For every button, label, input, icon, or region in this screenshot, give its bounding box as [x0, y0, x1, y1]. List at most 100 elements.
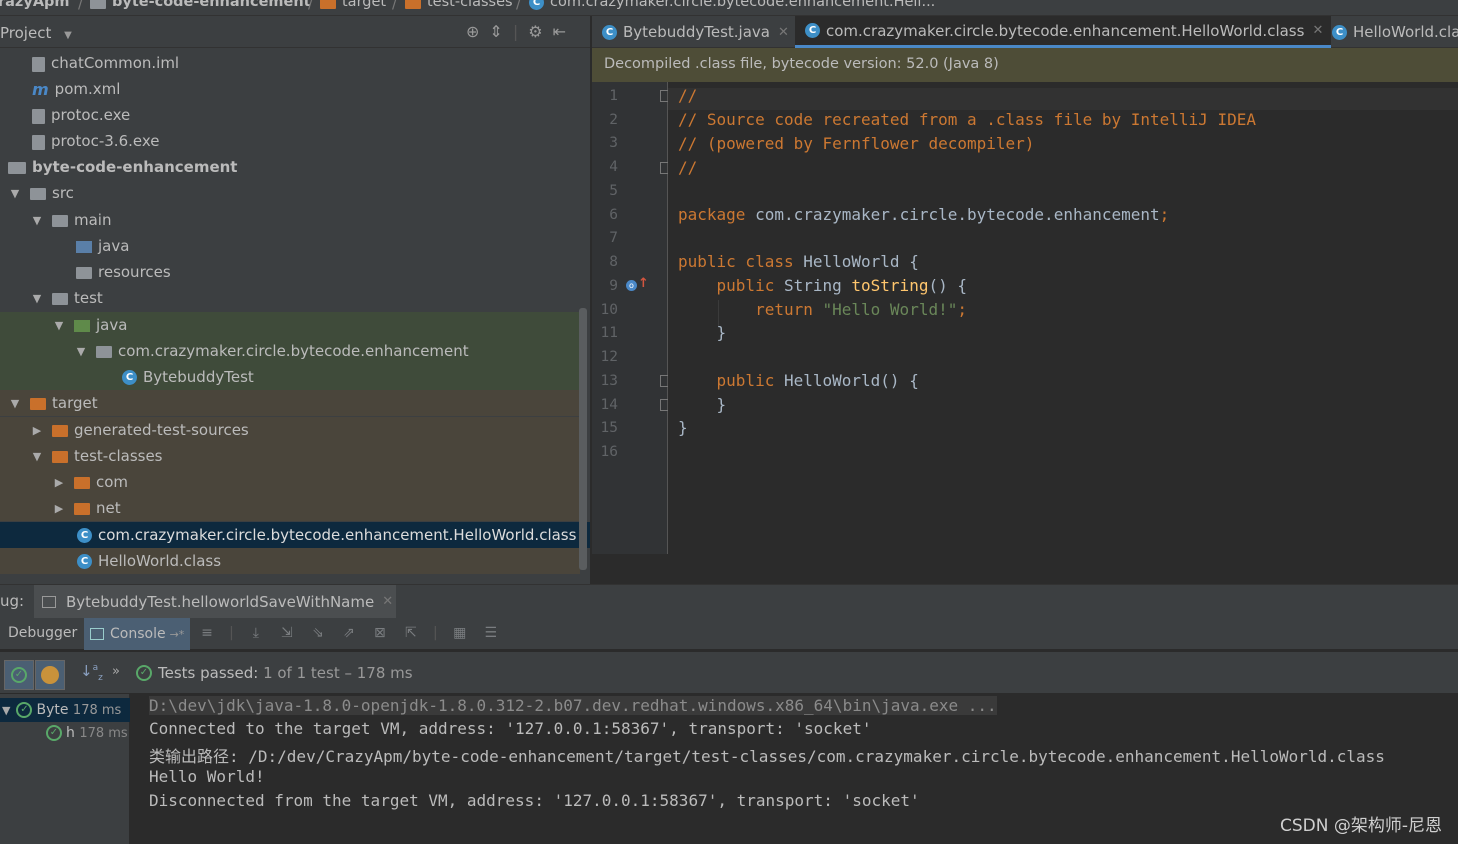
- run-config-tab[interactable]: BytebuddyTest.helloworldSaveWithName ✕: [34, 585, 396, 618]
- expand-arrow-icon[interactable]: ▶: [52, 476, 66, 489]
- folder-icon: [52, 293, 68, 305]
- console-output[interactable]: D:\dev\jdk\java-1.8.0-openjdk-1.8.0.312-…: [131, 694, 1458, 844]
- check-icon: ✓: [11, 667, 27, 683]
- breadcrumb-separator: /: [392, 0, 398, 12]
- tree-item[interactable]: ▶ net: [0, 495, 580, 521]
- breadcrumb-separator: /: [516, 0, 522, 12]
- line-number: 10: [600, 302, 618, 318]
- tree-item-selected[interactable]: Ccom.crazymaker.circle.bytecode.enhancem…: [0, 522, 590, 548]
- show-passed-button[interactable]: ✓: [4, 660, 34, 690]
- tree-item[interactable]: C HelloWorld.class: [0, 548, 580, 574]
- expand-arrow-icon[interactable]: ▼: [8, 187, 22, 200]
- tree-item[interactable]: m pom.xml: [0, 76, 580, 102]
- tree-item[interactable]: C BytebuddyTest: [0, 364, 580, 390]
- tab-debugger[interactable]: Debugger: [8, 625, 77, 641]
- expand-arrow-icon[interactable]: ▼: [30, 292, 44, 305]
- code-line-9: public String toString() {: [678, 276, 967, 295]
- sort-icon[interactable]: ↓az: [80, 662, 103, 683]
- tab-helloworld-class[interactable]: C HelloWorld.cla: [1322, 16, 1458, 48]
- run-to-cursor-icon[interactable]: ⇱: [402, 625, 420, 643]
- expand-arrow-icon[interactable]: ▶: [30, 424, 44, 437]
- code-line-4: //: [678, 158, 698, 177]
- show-execution-point-icon[interactable]: ≡: [198, 625, 216, 643]
- test-tree-root[interactable]: ▼ ✓ Byte 178 ms: [0, 698, 130, 722]
- run-config-icon: [42, 595, 56, 608]
- tests-status: ✓ Tests passed: 1 of 1 test – 178 ms: [136, 664, 413, 682]
- banner-text: Decompiled .class file, bytecode version…: [604, 56, 999, 72]
- breadcrumb-item-project[interactable]: razyApm: [0, 0, 70, 10]
- editor-gutter: 1 2 3 4 5 6 7 8 9 10 11 12 13 14 15 16 o…: [592, 82, 669, 554]
- override-arrow-icon[interactable]: ↑: [638, 276, 649, 291]
- tree-item[interactable]: protoc-3.6.exe: [0, 128, 580, 154]
- class-file-icon: C: [77, 527, 92, 543]
- expand-arrow-icon[interactable]: ▼: [30, 214, 44, 227]
- step-out-icon[interactable]: ⇗: [340, 625, 358, 643]
- close-icon[interactable]: ✕: [778, 25, 789, 40]
- expand-arrow-icon[interactable]: ▼: [8, 397, 22, 410]
- tree-item[interactable]: ▼ main: [0, 207, 580, 233]
- breadcrumb-item-module[interactable]: byte-code-enhancement: [90, 0, 311, 10]
- tree-item[interactable]: chatCommon.iml: [0, 50, 580, 76]
- step-into-icon[interactable]: ⇲: [278, 625, 296, 643]
- breadcrumb-item-target[interactable]: target: [320, 0, 386, 10]
- line-number: 2: [609, 112, 618, 128]
- tree-item[interactable]: ▼ target: [0, 390, 580, 416]
- expand-arrow-icon[interactable]: ▼: [74, 345, 88, 358]
- locate-icon[interactable]: ⊕: [466, 22, 479, 41]
- module-icon: [8, 162, 26, 174]
- override-method-icon[interactable]: o: [626, 280, 637, 291]
- code-line-14: }: [678, 395, 727, 414]
- expand-arrow-icon[interactable]: ▶: [52, 502, 66, 515]
- tree-item[interactable]: resources: [0, 259, 580, 285]
- force-step-into-icon[interactable]: ⇘: [309, 625, 327, 643]
- line-number: 16: [600, 444, 618, 460]
- show-ignored-button[interactable]: [35, 660, 65, 690]
- evaluate-expression-icon[interactable]: ▦: [451, 625, 469, 643]
- test-tree: ▼ ✓ Byte 178 ms ✓ h 178 ms: [0, 694, 130, 844]
- exe-file-icon: [32, 108, 45, 124]
- trace-icon[interactable]: ☰: [482, 625, 500, 643]
- tree-item[interactable]: ▼ src: [0, 180, 580, 206]
- tab-helloworld-class-full[interactable]: Ccom.crazymaker.circle.bytecode.enhancem…: [795, 16, 1332, 48]
- exe-file-icon: [32, 134, 45, 150]
- more-icon[interactable]: »: [112, 664, 120, 679]
- code-editor[interactable]: // // Source code recreated from a .clas…: [668, 82, 1458, 554]
- test-results-bar: ✓ ↓az » ✓ Tests passed: 1 of 1 test – 17…: [0, 652, 1458, 694]
- class-icon: C: [1332, 24, 1347, 40]
- hide-panel-icon[interactable]: ⇤: [553, 22, 566, 41]
- tree-item[interactable]: ▼ com.crazymaker.circle.bytecode.enhancem…: [0, 338, 580, 364]
- close-icon[interactable]: ✕: [382, 594, 393, 609]
- project-view-selector[interactable]: Project ▼: [0, 24, 72, 42]
- tree-item[interactable]: ▼ test: [0, 285, 580, 311]
- class-icon: C: [529, 0, 544, 10]
- test-tree-item[interactable]: ✓ h 178 ms: [46, 722, 128, 744]
- step-over-icon[interactable]: ⤓: [247, 625, 265, 643]
- tab-bytebuddytest-java[interactable]: C BytebuddyTest.java ✕: [592, 16, 797, 48]
- breadcrumb: razyApm / byte-code-enhancement / target…: [0, 0, 1458, 16]
- tree-item[interactable]: java: [0, 233, 580, 259]
- breadcrumb-item-class[interactable]: Ccom.crazymaker.circle.bytecode.enhancem…: [529, 0, 935, 10]
- tree-item[interactable]: protoc.exe: [0, 102, 580, 128]
- tab-console[interactable]: Console →*: [84, 618, 190, 650]
- folder-icon: [30, 188, 46, 200]
- project-panel-header: Project ▼ ⊕ ⇕ | ⚙ ⇤: [0, 16, 590, 48]
- tree-item[interactable]: ▼ test-classes: [0, 443, 580, 469]
- tree-item-module[interactable]: byte-code-enhancement: [0, 154, 580, 180]
- current-line-highlight: [668, 88, 1458, 110]
- collapse-all-icon[interactable]: ⇕: [489, 22, 502, 41]
- tree-item[interactable]: ▶ generated-test-sources: [0, 417, 580, 443]
- folder-icon: [405, 0, 421, 9]
- tree-scrollbar[interactable]: [579, 308, 587, 570]
- class-file-icon: C: [77, 553, 92, 569]
- editor-tab-bar: C BytebuddyTest.java ✕ Ccom.crazymaker.cir…: [592, 16, 1458, 48]
- expand-arrow-icon[interactable]: ▼: [52, 319, 66, 332]
- indent-guide: [718, 300, 719, 326]
- gear-icon[interactable]: ⚙: [528, 22, 542, 41]
- expand-arrow-icon[interactable]: ▼: [2, 704, 10, 717]
- drop-frame-icon[interactable]: ⊠: [371, 625, 389, 643]
- expand-arrow-icon[interactable]: ▼: [30, 450, 44, 463]
- breadcrumb-item-test-classes[interactable]: test-classes: [405, 0, 513, 10]
- class-icon: C: [602, 24, 617, 40]
- tree-item[interactable]: ▼ java: [0, 312, 580, 338]
- tree-item[interactable]: ▶ com: [0, 469, 580, 495]
